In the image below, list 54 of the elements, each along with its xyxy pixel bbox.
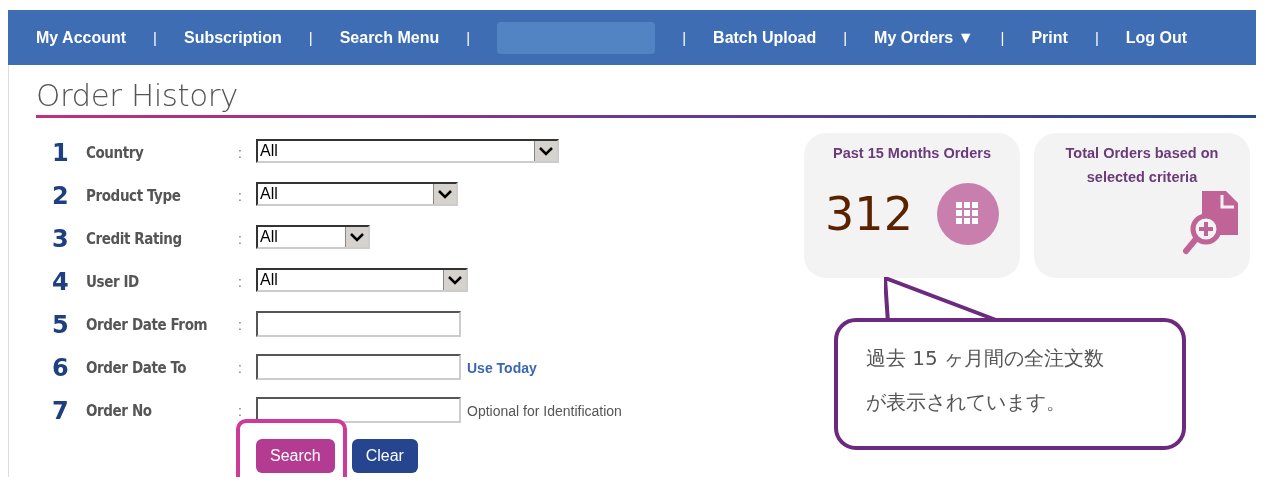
nav-link[interactable]: My Orders ▼ [874, 28, 974, 47]
order-count: 312 [825, 187, 913, 241]
nav-link[interactable]: Log Out [1125, 28, 1188, 47]
nav-separator: | [1000, 29, 1005, 46]
field-label: Order Date From [86, 315, 209, 336]
use-today-link[interactable]: Use Today [467, 354, 537, 382]
colon: : [238, 359, 243, 378]
nav-separator: | [843, 29, 848, 46]
page-title: Order History [36, 76, 238, 113]
card-title: Past 15 Months Orders [833, 144, 991, 163]
search-button[interactable]: Search [256, 439, 335, 473]
field-label: User ID [86, 272, 140, 293]
step-number: 1 [52, 138, 70, 169]
field-label: Product Type [86, 186, 182, 207]
step-number: 7 [52, 396, 70, 427]
step-number: 6 [52, 353, 70, 384]
colon: : [238, 187, 243, 206]
hint-text: Optional for Identification [467, 402, 622, 421]
select-field[interactable]: All [256, 225, 370, 249]
nav-link[interactable]: Print [1031, 28, 1068, 47]
field-label: Order No [86, 401, 153, 422]
field-label: Order Date To [86, 358, 188, 379]
field-label: Country [86, 143, 145, 164]
field-label: Credit Rating [86, 229, 183, 250]
select-field[interactable]: All [256, 268, 468, 292]
nav-link[interactable]: Search Menu [339, 28, 440, 47]
colon: : [238, 402, 243, 421]
nav-separator: | [682, 29, 687, 46]
clear-button[interactable]: Clear [351, 439, 418, 473]
nav-separator: | [466, 29, 471, 46]
callout-text: 過去 15 ヶ月間の全注文数 [866, 345, 1105, 372]
step-number: 2 [52, 181, 70, 212]
step-number: 4 [52, 267, 70, 298]
nav-link[interactable]: My Account [36, 28, 127, 47]
colon: : [238, 273, 243, 292]
input-field[interactable] [256, 311, 461, 337]
colon: : [238, 316, 243, 335]
step-number: 3 [52, 224, 70, 255]
input-field[interactable] [256, 397, 461, 423]
callout-text: が表示されています。 [866, 389, 1066, 416]
nav-link[interactable]: Batch Upload [713, 28, 817, 47]
grid-icon [936, 183, 999, 245]
card-title: Total Orders based on selected criteria [1064, 144, 1220, 187]
select-field[interactable]: All [256, 139, 559, 163]
input-field[interactable] [256, 354, 461, 380]
colon: : [238, 144, 243, 163]
step-number: 5 [52, 310, 70, 341]
colon: : [238, 230, 243, 249]
select-field[interactable]: All [256, 182, 458, 206]
nav-link[interactable]: Subscription [184, 28, 282, 47]
nav-separator: | [308, 29, 313, 46]
document-search-icon [1182, 189, 1240, 255]
nav-separator: | [1094, 29, 1099, 46]
nav-separator: | [153, 29, 157, 46]
